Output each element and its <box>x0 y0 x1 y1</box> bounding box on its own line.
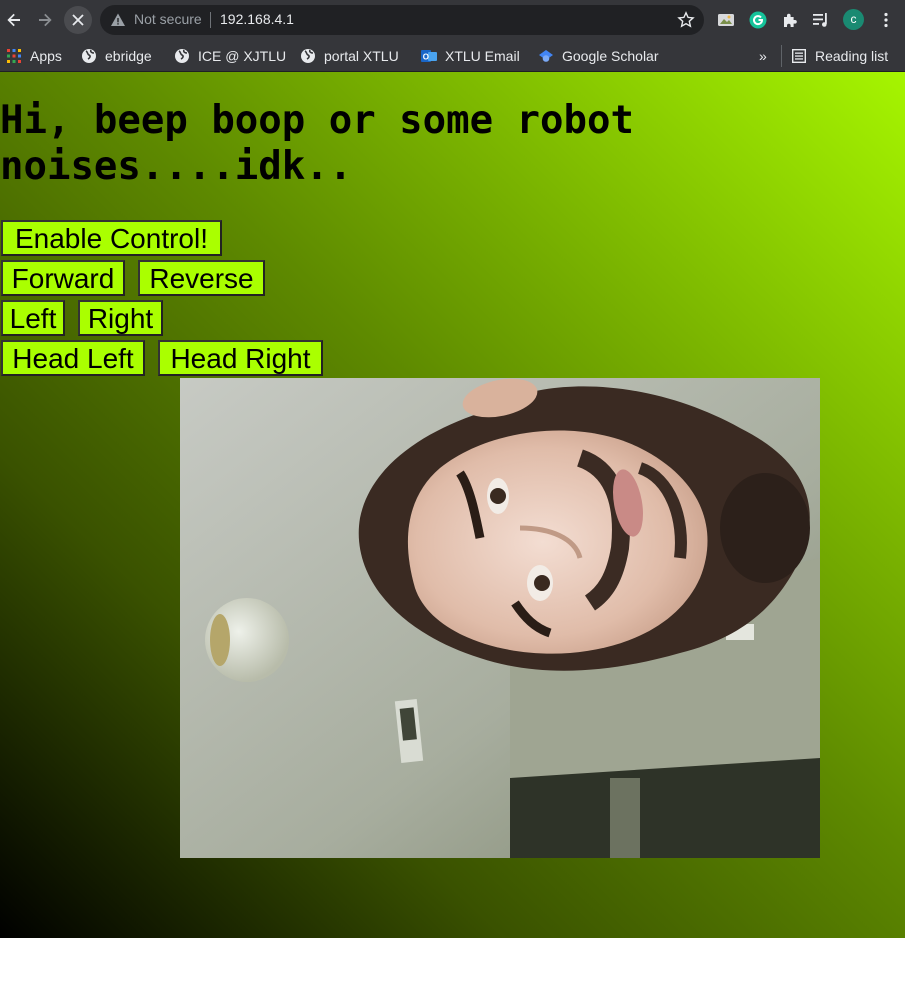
media-queue-icon <box>813 13 827 27</box>
url-text[interactable]: 192.168.4.1 <box>220 11 294 27</box>
globe-icon <box>174 48 190 64</box>
forward-button[interactable] <box>31 6 59 34</box>
stop-loading-button[interactable] <box>64 6 92 34</box>
bookmark-label: XTLU Email <box>445 48 520 64</box>
camera-frame-image <box>180 378 820 858</box>
bookmark-label: Google Scholar <box>562 48 659 64</box>
browser-toolbar: Not secure 192.168.4.1 c <box>0 0 905 40</box>
forward-icon <box>39 13 52 27</box>
globe-icon <box>300 48 316 64</box>
bookmark-label: Apps <box>30 48 62 64</box>
page-viewport: Hi, beep boop or some robot noises....id… <box>0 72 905 938</box>
globe-icon <box>81 48 97 64</box>
extensions-menu-button[interactable] <box>779 9 801 31</box>
page-title: Hi, beep boop or some robot noises....id… <box>0 98 634 189</box>
outlook-icon: O <box>421 48 437 64</box>
star-icon[interactable] <box>677 11 695 29</box>
svg-text:O: O <box>423 53 429 62</box>
profile-avatar[interactable]: c <box>843 9 864 30</box>
reverse-button[interactable]: Reverse <box>138 260 265 296</box>
left-button[interactable]: Left <box>1 300 65 336</box>
stop-loading-icon <box>72 14 84 26</box>
grammarly-button[interactable] <box>747 9 769 31</box>
head-right-button[interactable]: Head Right <box>158 340 323 376</box>
scholar-cap-icon <box>538 48 554 64</box>
reading-list-icon <box>791 48 807 64</box>
kebab-menu-icon <box>884 12 888 28</box>
bookmarks-bar: Apps ebridge ICE @ XJTLU portal XTLU O X… <box>0 40 905 72</box>
omnibox-divider <box>210 12 211 28</box>
apps-grid-icon <box>6 48 22 64</box>
bookmark-ebridge[interactable]: ebridge <box>81 45 152 67</box>
reading-list-button[interactable]: Reading list <box>791 45 888 67</box>
back-icon <box>7 13 21 27</box>
extension-icon <box>718 14 734 26</box>
extension-button[interactable] <box>715 9 737 31</box>
bookmark-ice-xjtlu[interactable]: ICE @ XJTLU <box>174 45 286 67</box>
bookmark-google-scholar[interactable]: Google Scholar <box>538 45 659 67</box>
address-bar[interactable]: Not secure 192.168.4.1 <box>100 5 704 35</box>
back-button[interactable] <box>0 6 28 34</box>
head-left-button[interactable]: Head Left <box>1 340 145 376</box>
bookmark-xtlu-email[interactable]: O XTLU Email <box>421 45 520 67</box>
bookmark-portal-xtlu[interactable]: portal XTLU <box>300 45 399 67</box>
right-button[interactable]: Right <box>78 300 163 336</box>
bookmark-label: portal XTLU <box>324 48 399 64</box>
forward-button[interactable]: Forward <box>1 260 125 296</box>
grammarly-icon <box>749 11 767 29</box>
puzzle-icon <box>784 13 797 27</box>
camera-stream <box>180 378 820 858</box>
reading-list-label: Reading list <box>815 48 889 64</box>
browser-menu-button[interactable] <box>875 9 897 31</box>
chevron-double-right-icon: » <box>759 48 767 64</box>
media-button[interactable] <box>810 9 832 31</box>
bookmarks-overflow-button[interactable]: » <box>759 45 767 67</box>
warning-icon <box>111 13 125 26</box>
bookmark-apps[interactable]: Apps <box>6 45 62 67</box>
security-label[interactable]: Not secure <box>134 11 202 27</box>
bookmarks-divider <box>781 45 782 67</box>
bookmark-label: ICE @ XJTLU <box>198 48 287 64</box>
enable-control-button[interactable]: Enable Control! <box>1 220 222 256</box>
bookmark-label: ebridge <box>105 48 152 64</box>
